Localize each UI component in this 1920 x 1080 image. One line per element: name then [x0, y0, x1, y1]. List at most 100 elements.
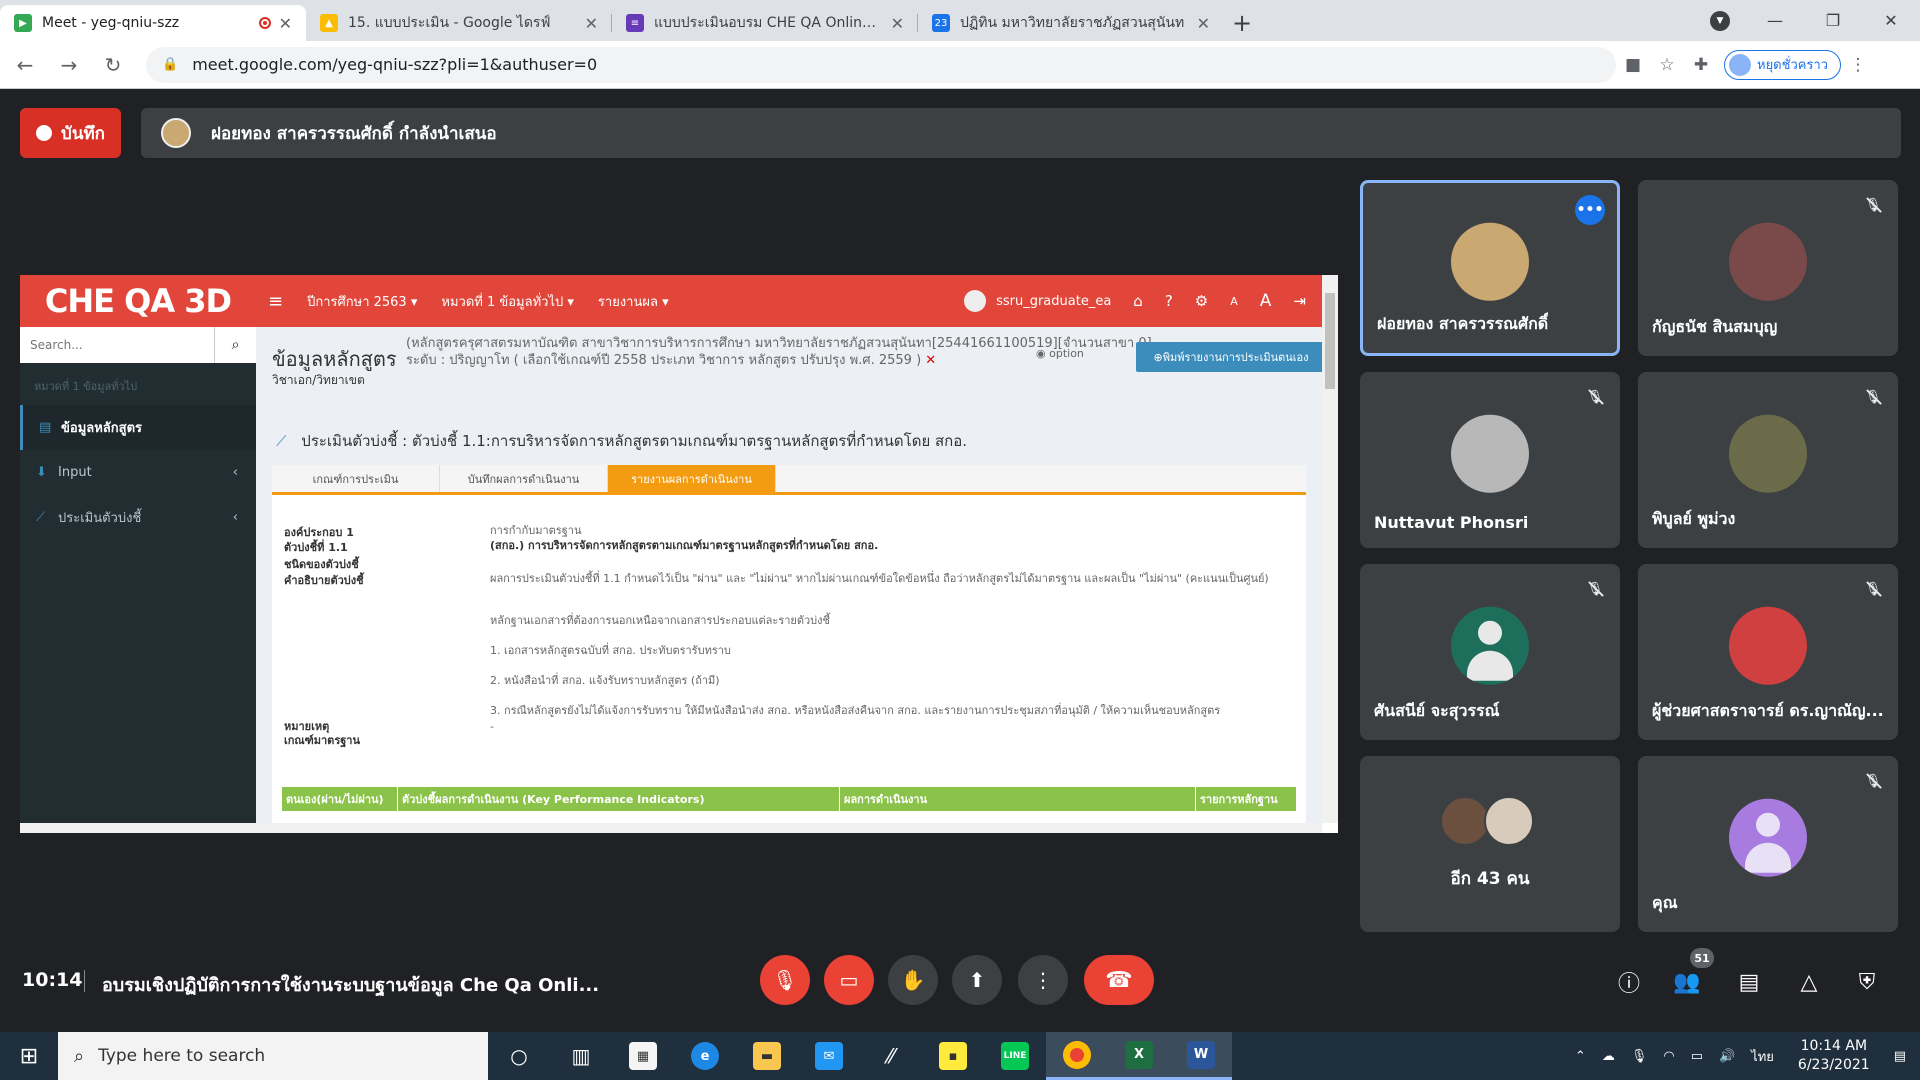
tab-record[interactable]: บันทึกผลการดำเนินงาน — [440, 465, 608, 492]
home-icon[interactable]: ⌂ — [1133, 292, 1143, 310]
host-controls-icon[interactable]: ⛨ — [1852, 967, 1882, 997]
close-tab-icon[interactable]: ✕ — [1197, 14, 1210, 33]
user-menu[interactable]: ssru_graduate_ea — [964, 290, 1111, 312]
url-field[interactable]: 🔒 meet.google.com/yeg-qniu-szz?pli=1&aut… — [146, 46, 1616, 83]
participant-tile[interactable]: 🎙 ผู้ช่วยศาสตราจารย์ ดร.ญาณัญ... — [1638, 564, 1898, 740]
edge-icon[interactable]: e — [674, 1032, 736, 1080]
camera-toggle-button[interactable]: ▭ — [824, 955, 874, 1005]
excel-icon[interactable]: X — [1108, 1032, 1170, 1080]
participant-tile[interactable]: 🎙 พิบูลย์ พูม่วง — [1638, 372, 1898, 548]
participant-tile[interactable]: ••• ฝอยทอง สาครวรรณศักดิ์ — [1360, 180, 1620, 356]
participant-name: ผู้ช่วยศาสตราจารย์ ดร.ญาณัญ... — [1652, 701, 1884, 720]
menu-item-year[interactable]: ปีการศึกษา 2563 ▾ — [307, 291, 417, 312]
mail-icon[interactable]: ✉ — [798, 1032, 860, 1080]
volume-icon[interactable]: 🔊 — [1719, 1049, 1735, 1064]
hamburger-icon[interactable]: ≡ — [268, 291, 283, 312]
leave-call-button[interactable]: ☎ — [1084, 955, 1154, 1005]
taskbar-clock[interactable]: 10:14 AM 6/23/2021 — [1798, 1037, 1870, 1075]
search-icon[interactable]: ⌕ — [214, 327, 256, 363]
participant-name: ฝอยทอง สาครวรรณศักดิ์ — [1377, 314, 1549, 333]
option-toggle[interactable]: ◉ option — [1036, 347, 1084, 360]
tab-search-icon[interactable]: ▼ — [1710, 11, 1730, 31]
vertical-scrollbar[interactable] — [1322, 275, 1338, 823]
cloud-icon[interactable]: ☁ — [1602, 1049, 1615, 1064]
sidebar-item-evaluate[interactable]: ⟋ ประเมินตัวบ่งชี้ ‹ — [20, 495, 256, 540]
help-icon[interactable]: ? — [1165, 292, 1173, 310]
cortana-icon[interactable]: ○ — [488, 1032, 550, 1080]
word-icon[interactable]: W — [1170, 1032, 1232, 1080]
close-tab-icon[interactable]: ✕ — [279, 14, 292, 33]
windows-start-icon[interactable]: ⊞ — [0, 1032, 58, 1080]
chrome-icon[interactable] — [1046, 1032, 1108, 1080]
close-window-icon[interactable]: ✕ — [1862, 0, 1920, 41]
file-explorer-icon[interactable]: ▬ — [736, 1032, 798, 1080]
notifications-icon[interactable]: ▤ — [1894, 1049, 1906, 1064]
wifi-icon[interactable]: ◠ — [1663, 1049, 1674, 1064]
star-icon[interactable]: ☆ — [1650, 55, 1684, 75]
restore-icon[interactable]: ❐ — [1804, 0, 1862, 41]
camera-icon[interactable]: ■ — [1616, 55, 1650, 75]
search-input[interactable] — [20, 327, 214, 363]
raise-hand-button[interactable]: ✋ — [888, 955, 938, 1005]
address-bar: ← → ↻ 🔒 meet.google.com/yeg-qniu-szz?pli… — [0, 41, 1920, 89]
more-participants-tile[interactable]: อีก 43 คน — [1360, 756, 1620, 932]
browser-tab-forms[interactable]: ≡ แบบประเมินอบรม CHE QA Online 25 ✕ — [612, 5, 918, 41]
close-icon[interactable]: ✕ — [925, 353, 936, 368]
battery-icon[interactable]: ▭ — [1691, 1049, 1703, 1064]
new-tab-button[interactable]: + — [1224, 5, 1260, 41]
font-decrease-icon[interactable]: A — [1230, 295, 1238, 308]
participant-tile[interactable]: 🎙 ศันสนีย์ จะสุวรรณ์ — [1360, 564, 1620, 740]
menu-icon[interactable]: ⋮ — [1841, 55, 1875, 75]
forward-icon[interactable]: → — [50, 46, 88, 84]
close-tab-icon[interactable]: ✕ — [585, 14, 598, 33]
minimize-icon[interactable]: — — [1746, 0, 1804, 41]
participant-name: พิบูลย์ พูม่วง — [1652, 509, 1736, 528]
browser-tab-meet[interactable]: ▶ Meet - yeg-qniu-szz ✕ — [0, 5, 306, 41]
app-icon[interactable]: ⁄⁄ — [860, 1032, 922, 1080]
present-button[interactable]: ⬆ — [952, 955, 1002, 1005]
browser-tab-calendar[interactable]: 23 ปฏิทิน มหาวิทยาลัยราชภัฏสวนสุนันท ✕ — [918, 5, 1224, 41]
avatar — [1484, 796, 1534, 846]
sidebar-item-course-info[interactable]: ▤ ข้อมูลหลักสูตร — [20, 405, 256, 450]
font-increase-icon[interactable]: A — [1260, 291, 1272, 311]
tab-criteria[interactable]: เกณฑ์การประเมิน — [272, 465, 440, 492]
close-tab-icon[interactable]: ✕ — [891, 14, 904, 33]
menu-item-category[interactable]: หมวดที่ 1 ข้อมูลทั่วไป ▾ — [441, 291, 574, 312]
settings-icon[interactable]: ⚙ — [1195, 292, 1208, 310]
record-label: บันทึก — [61, 123, 105, 144]
avatar — [1729, 606, 1807, 685]
avatar — [1451, 606, 1529, 685]
back-icon[interactable]: ← — [6, 46, 44, 84]
profile-button[interactable]: หยุดชั่วคราว — [1724, 49, 1842, 80]
language-indicator[interactable]: ไทย — [1751, 1046, 1774, 1067]
line-icon[interactable]: LINE — [984, 1032, 1046, 1080]
more-options-button[interactable]: ⋮ — [1018, 955, 1068, 1005]
sticky-notes-icon[interactable]: ▪ — [922, 1032, 984, 1080]
extensions-icon[interactable]: ✚ — [1684, 55, 1718, 75]
store-icon[interactable]: ▦ — [612, 1032, 674, 1080]
chevron-up-icon[interactable]: ⌃ — [1575, 1049, 1586, 1064]
participant-tile[interactable]: 🎙 กัญธนัช สินสมบุญ — [1638, 180, 1898, 356]
horizontal-scrollbar[interactable] — [20, 823, 1322, 833]
print-report-button[interactable]: ⊕ พิมพ์รายงานการประเมินตนเอง — [1136, 342, 1322, 372]
sidebar-item-input[interactable]: ⬇ Input ‹ — [20, 450, 256, 495]
reload-icon[interactable]: ↻ — [94, 46, 132, 84]
activities-icon[interactable]: △ — [1794, 967, 1824, 997]
menu-item-report[interactable]: รายงานผล ▾ — [598, 291, 669, 312]
self-tile[interactable]: 🎙 คุณ — [1638, 756, 1898, 932]
taskbar-search[interactable]: ⌕ Type here to search — [58, 1032, 488, 1080]
tab-title: 15. แบบประเมิน - Google ไดรฟ์ — [348, 15, 551, 31]
more-options-icon[interactable]: ••• — [1575, 195, 1605, 225]
logout-icon[interactable]: ⇥ — [1293, 292, 1306, 310]
kpi-panel: เกณฑ์การประเมิน บันทึกผลการดำเนินงาน ราย… — [272, 465, 1306, 823]
task-view-icon[interactable]: ▥ — [550, 1032, 612, 1080]
participant-tile[interactable]: 🎙 Nuttavut Phonsri — [1360, 372, 1620, 548]
microphone-icon[interactable]: 🎙 — [1631, 1049, 1648, 1064]
mic-toggle-button[interactable]: 🎙 — [760, 955, 810, 1005]
people-icon[interactable]: 👥 — [1672, 967, 1702, 997]
record-button[interactable]: บันทึก — [20, 108, 121, 158]
browser-tab-drive[interactable]: ▲ 15. แบบประเมิน - Google ไดรฟ์ ✕ — [306, 5, 612, 41]
chat-icon[interactable]: ▤ — [1734, 967, 1764, 997]
tab-report[interactable]: รายงานผลการดำเนินงาน — [608, 465, 776, 492]
info-icon[interactable]: ⓘ — [1614, 967, 1644, 997]
